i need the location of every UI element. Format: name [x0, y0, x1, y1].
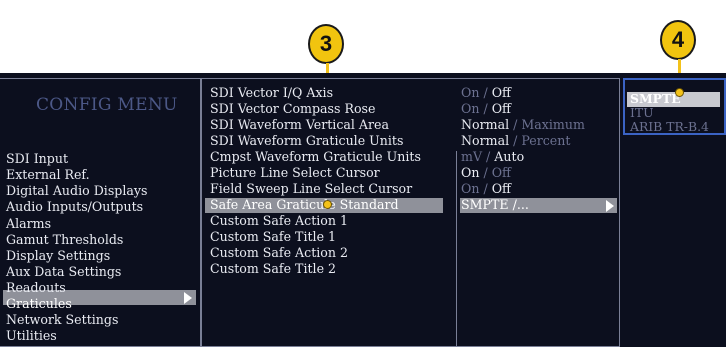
graticule-item-cmpst-graticule-units[interactable]: Cmpst Waveform Graticule Units — [210, 150, 421, 164]
graticule-item-compass-rose[interactable]: SDI Vector Compass Rose — [210, 102, 375, 116]
graticule-value-3[interactable]: Normal / Percent — [461, 134, 570, 148]
graticule-item-custom-safe-title-1[interactable]: Custom Safe Title 1 — [210, 230, 336, 244]
config-item-utilities[interactable]: Utilities — [6, 329, 57, 343]
config-item-graticules[interactable]: Graticules — [6, 297, 72, 311]
callout-4-pointer-dot — [675, 88, 684, 97]
graticule-value-7[interactable]: SMPTE /... — [461, 198, 529, 212]
config-item-digital-audio-displays[interactable]: Digital Audio Displays — [6, 184, 147, 198]
config-item-network-settings[interactable]: Network Settings — [6, 313, 118, 327]
config-item-alarms[interactable]: Alarms — [6, 217, 51, 231]
config-item-sdi-input[interactable]: SDI Input — [6, 152, 68, 166]
value-option-b: Off — [491, 101, 511, 116]
callout-3: 3 — [308, 24, 344, 64]
option-arib[interactable]: ARIB TR-B.4 — [630, 119, 709, 134]
value-option-b: Off — [491, 165, 511, 180]
value-separator: / — [479, 181, 492, 196]
graticule-value-6[interactable]: On / Off — [461, 182, 511, 196]
value-option-a: Normal — [461, 117, 510, 132]
value-option-b: Percent — [521, 133, 571, 148]
value-separator: / — [479, 101, 492, 116]
graticule-item-safe-area-standard[interactable]: Safe Area Graticule Standard — [210, 198, 399, 212]
value-option-b: Maximum — [521, 117, 585, 132]
graticule-item-custom-safe-action-2[interactable]: Custom Safe Action 2 — [210, 246, 348, 260]
value-option-b: Off — [491, 181, 511, 196]
value-option-b: Off — [491, 85, 511, 100]
values-column-divider — [456, 151, 457, 347]
value-option-a: On — [461, 181, 480, 196]
option-smpte[interactable]: SMPTE — [630, 91, 681, 106]
graticules-submenu-arrow-icon — [184, 292, 192, 304]
value-separator: / — [509, 133, 522, 148]
value-option-a: On — [461, 165, 480, 180]
graticule-value-2[interactable]: Normal / Maximum — [461, 118, 585, 132]
option-itu[interactable]: ITU — [630, 105, 654, 120]
graticule-item-picture-line-cursor[interactable]: Picture Line Select Cursor — [210, 166, 380, 180]
value-separator: / — [479, 165, 492, 180]
graticule-value-1[interactable]: On / Off — [461, 102, 511, 116]
config-item-display-settings[interactable]: Display Settings — [6, 249, 110, 263]
value-option-a: On — [461, 101, 480, 116]
graticules-menu-panel: SDI Vector I/Q Axis SDI Vector Compass R… — [201, 78, 620, 347]
graticule-item-custom-safe-action-1[interactable]: Custom Safe Action 1 — [210, 214, 348, 228]
value-separator: / — [509, 117, 522, 132]
value-option-a: mV — [461, 149, 483, 164]
config-item-readouts[interactable]: Readouts — [6, 281, 66, 295]
value-option-a: SMPTE /... — [461, 197, 529, 212]
config-item-external-ref[interactable]: External Ref. — [6, 168, 90, 182]
graticule-value-4[interactable]: mV / Auto — [461, 150, 524, 164]
callout-4: 4 — [660, 20, 696, 60]
graticule-value-5[interactable]: On / Off — [461, 166, 511, 180]
safe-area-standard-options: SMPTE ITU ARIB TR-B.4 — [623, 78, 726, 135]
config-item-audio-inputs-outputs[interactable]: Audio Inputs/Outputs — [6, 200, 143, 214]
graticule-item-waveform-vertical-area[interactable]: SDI Waveform Vertical Area — [210, 118, 389, 132]
graticule-item-custom-safe-title-2[interactable]: Custom Safe Title 2 — [210, 262, 336, 276]
config-menu-title: CONFIG MENU — [36, 95, 178, 115]
graticule-item-vector-iq-axis[interactable]: SDI Vector I/Q Axis — [210, 86, 333, 100]
safe-area-submenu-arrow-icon — [606, 200, 614, 212]
callout-3-pointer-dot — [323, 200, 332, 209]
config-item-gamut-thresholds[interactable]: Gamut Thresholds — [6, 233, 123, 247]
value-separator: / — [482, 149, 495, 164]
value-option-b: Auto — [494, 149, 525, 164]
value-separator: / — [479, 85, 492, 100]
config-item-aux-data-settings[interactable]: Aux Data Settings — [6, 265, 121, 279]
value-option-a: On — [461, 85, 480, 100]
waveform-monitor-screen: CONFIG MENU SDI Input External Ref. Digi… — [0, 73, 726, 347]
graticule-item-field-sweep-cursor[interactable]: Field Sweep Line Select Cursor — [210, 182, 412, 196]
config-menu-panel: CONFIG MENU SDI Input External Ref. Digi… — [0, 78, 201, 347]
value-option-a: Normal — [461, 133, 510, 148]
graticule-item-waveform-graticule-units[interactable]: SDI Waveform Graticule Units — [210, 134, 403, 148]
graticule-value-0[interactable]: On / Off — [461, 86, 511, 100]
